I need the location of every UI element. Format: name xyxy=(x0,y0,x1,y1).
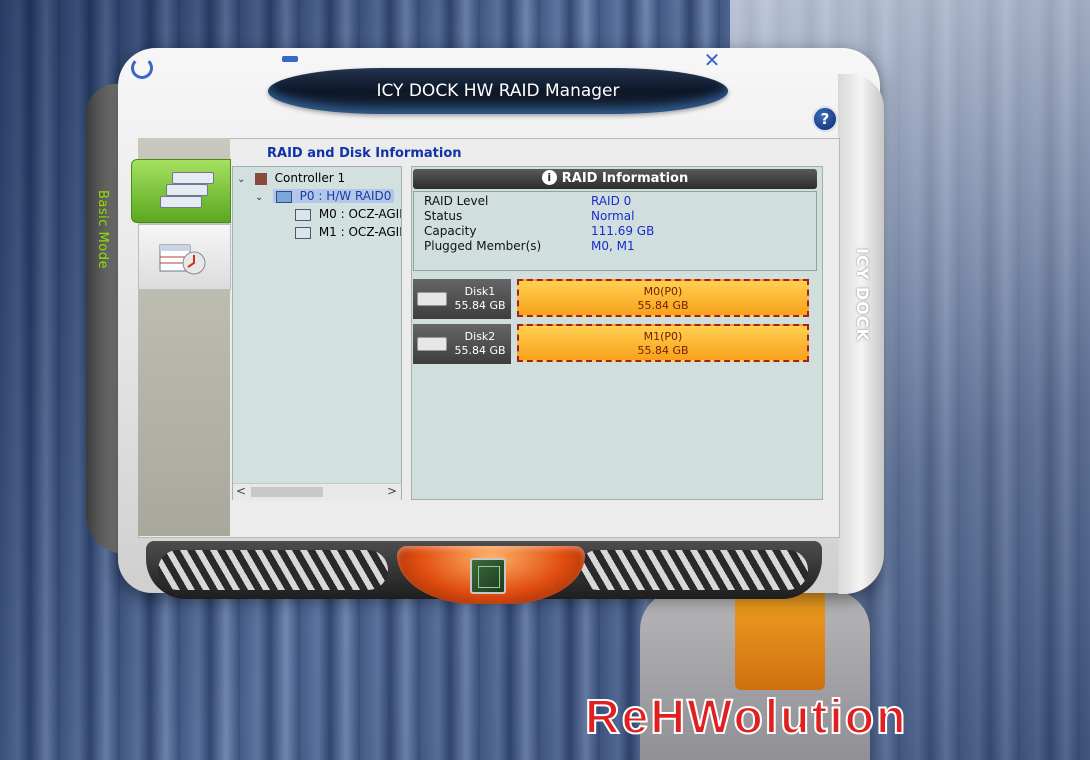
disk-label[interactable]: Disk1 55.84 GB xyxy=(413,279,511,319)
scroll-left-icon[interactable]: < xyxy=(236,484,246,498)
page-title: RAID and Disk Information xyxy=(267,146,462,161)
status-label: Status xyxy=(424,209,463,223)
members-label: Plugged Member(s) xyxy=(424,239,542,253)
members-value: M0, M1 xyxy=(591,239,635,253)
hard-drive-icon xyxy=(417,292,447,306)
disk-label[interactable]: Disk2 55.84 GB xyxy=(413,324,511,364)
chevron-down-icon[interactable]: ⌄ xyxy=(255,192,269,203)
background-bag xyxy=(735,590,825,690)
scroll-right-icon[interactable]: > xyxy=(387,484,397,498)
disk-stack-icon xyxy=(160,172,214,208)
right-grille xyxy=(578,550,808,590)
controller-icon xyxy=(254,172,267,185)
tree-item-member[interactable]: M1 : OCZ-AGILITY xyxy=(295,225,401,239)
tree-item-label: P0 : H/W RAID0 xyxy=(299,189,392,203)
schedule-icon xyxy=(158,241,208,277)
help-button[interactable]: ? xyxy=(812,106,838,132)
raid-array-icon xyxy=(275,190,292,203)
info-icon: i xyxy=(541,170,557,185)
basic-mode-label[interactable]: Basic Mode xyxy=(92,190,110,270)
hard-drive-icon xyxy=(417,337,447,351)
status-value: Normal xyxy=(591,209,635,223)
capacity-value: 111.69 GB xyxy=(591,224,655,238)
watermark-logo: ReHWolution xyxy=(584,690,908,745)
capacity-label: Capacity xyxy=(424,224,477,238)
raid-level-value: RAID 0 xyxy=(591,194,632,208)
drive-icon xyxy=(295,208,311,221)
member-partition-box[interactable]: M1(P0) 55.84 GB xyxy=(517,324,809,362)
drive-icon xyxy=(295,226,311,239)
raid-level-label: RAID Level xyxy=(424,194,489,208)
tree-item-member[interactable]: M0 : OCZ-AGILITY xyxy=(295,207,401,221)
close-button[interactable]: ✕ xyxy=(702,50,722,70)
tree-item-label: M1 : OCZ-AGILITY xyxy=(318,225,401,239)
tree-item-label: Controller 1 xyxy=(274,171,346,185)
tree-item-controller[interactable]: ⌄ Controller 1 xyxy=(237,171,345,185)
tree-scrollbar[interactable]: < > xyxy=(233,483,401,500)
brand-vertical-logo: ICY DOCK xyxy=(853,248,872,342)
raid-info-header: i RAID Information xyxy=(413,169,817,189)
chevron-down-icon[interactable]: ⌄ xyxy=(237,174,251,185)
tree-item-label: M0 : OCZ-AGILITY xyxy=(318,207,401,221)
minimize-button[interactable] xyxy=(282,56,298,62)
raid-tree: ⌄ Controller 1 ⌄ P0 : H/W RAID0 M0 : OCZ… xyxy=(232,166,402,500)
member-partition-box[interactable]: M0(P0) 55.84 GB xyxy=(517,279,809,317)
left-grille xyxy=(158,550,388,590)
refresh-icon[interactable] xyxy=(131,57,153,79)
tree-item-array[interactable]: ⌄ P0 : H/W RAID0 xyxy=(255,189,395,203)
scroll-thumb[interactable] xyxy=(251,487,323,497)
window-title: ICY DOCK HW RAID Manager xyxy=(268,68,728,114)
chip-icon[interactable] xyxy=(470,558,506,594)
